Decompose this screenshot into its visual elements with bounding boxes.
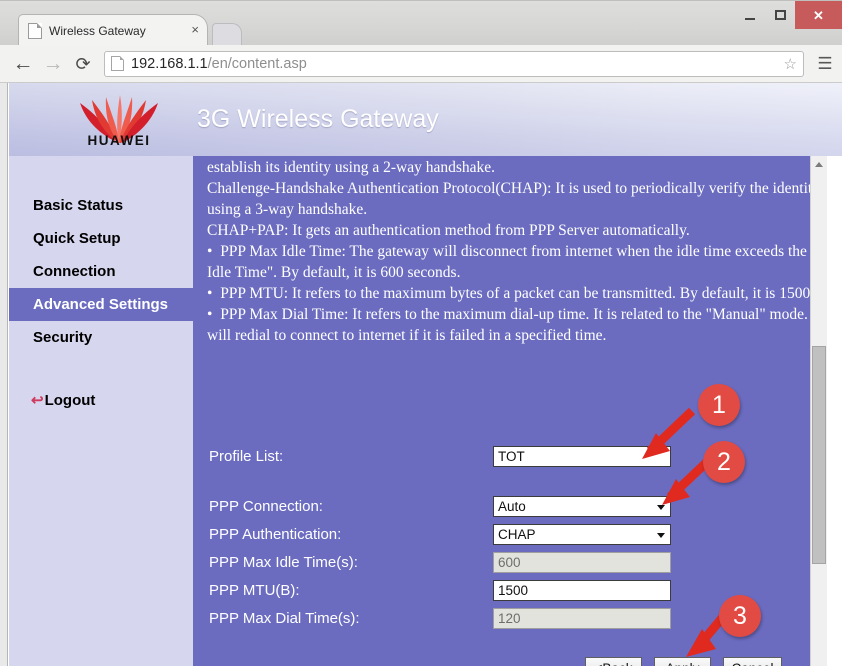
form-button-row: <Back Apply Cancel <box>193 657 810 666</box>
close-icon[interactable]: × <box>191 23 207 38</box>
vertical-scrollbar-thumb[interactable] <box>812 346 826 564</box>
sidebar-item-label: Advanced Settings <box>33 296 169 313</box>
help-line: establish its identity using a 2-way han… <box>207 159 495 176</box>
browser-tab-title: Wireless Gateway <box>49 23 146 38</box>
forward-icon[interactable]: → <box>38 53 68 74</box>
url-host: 192.168.1.1 <box>131 55 208 72</box>
sidebar: Basic Status Quick Setup Connection Adva… <box>9 156 193 666</box>
form-row-ppp-mtu: PPP MTU(B): 1500 <box>193 577 810 605</box>
field-label: PPP Authentication: <box>209 526 342 543</box>
sidebar-item-label: Basic Status <box>33 197 124 214</box>
back-icon[interactable]: ← <box>8 53 38 74</box>
annotation-marker-1: 1 <box>698 384 740 426</box>
new-tab-button[interactable] <box>212 23 242 46</box>
profile-list-input[interactable]: TOT <box>493 446 671 467</box>
annotation-marker-2: 2 <box>703 441 745 483</box>
page-viewport: HUAWEI 3G Wireless Gateway Basic Status … <box>0 83 842 666</box>
sidebar-item-label: Connection <box>33 263 116 280</box>
form-row-ppp-max-dial-time: PPP Max Dial Time(s): 120 <box>193 605 810 633</box>
logout-button[interactable]: ↩ Logout <box>9 392 193 409</box>
sidebar-item-quick-setup[interactable]: Quick Setup <box>9 222 193 255</box>
page-icon <box>111 56 124 71</box>
sidebar-item-connection[interactable]: Connection <box>9 255 193 288</box>
field-label: PPP Max Idle Time(s): <box>209 554 358 571</box>
content-vertical-scrollbar[interactable] <box>810 156 827 666</box>
field-label: Profile List: <box>209 448 284 465</box>
page-title: 3G Wireless Gateway <box>197 105 439 133</box>
browser-window: ✕ Wireless Gateway × ← → ⟳ 192.168.1.1 /… <box>0 0 842 666</box>
field-label: PPP MTU(B): <box>209 582 300 599</box>
scroll-up-button[interactable] <box>811 156 827 173</box>
address-bar[interactable]: 192.168.1.1 /en/content.asp ☆ <box>104 50 804 77</box>
field-label: PPP Connection: <box>209 498 323 515</box>
page-left-gutter <box>0 83 8 666</box>
field-label: PPP Max Dial Time(s): <box>209 610 360 627</box>
ppp-authentication-select[interactable]: CHAP <box>493 524 671 545</box>
help-line: PPP Max Dial Time: It refers to the maxi… <box>207 304 810 325</box>
page-icon <box>28 22 42 39</box>
window-close-button[interactable]: ✕ <box>795 1 842 29</box>
maximize-icon <box>774 10 786 20</box>
form-row-ppp-max-idle-time: PPP Max Idle Time(s): 600 <box>193 549 810 577</box>
chevron-down-icon <box>657 532 665 538</box>
sidebar-item-basic-status[interactable]: Basic Status <box>9 189 193 222</box>
window-controls: ✕ <box>735 1 842 29</box>
site-banner: HUAWEI 3G Wireless Gateway <box>9 83 842 156</box>
logout-arrow-icon: ↩ <box>31 392 44 409</box>
sidebar-item-label: Security <box>33 329 93 346</box>
url-path: /en/content.asp <box>207 55 307 72</box>
chevron-down-icon <box>657 504 665 510</box>
select-value: Auto <box>498 499 526 514</box>
logout-label: Logout <box>44 392 96 409</box>
form-row-ppp-connection: PPP Connection: Auto <box>193 493 810 521</box>
ppp-max-dial-time-input: 120 <box>493 608 671 629</box>
ppp-connection-select[interactable]: Auto <box>493 496 671 517</box>
help-line: PPP Max Idle Time: The gateway will disc… <box>207 241 810 262</box>
help-line: PPP MTU: It refers to the maximum bytes … <box>207 283 810 304</box>
minimize-icon <box>745 17 755 20</box>
annotation-marker-3: 3 <box>719 595 761 637</box>
back-button[interactable]: <Back <box>585 657 642 666</box>
reload-icon[interactable]: ⟳ <box>68 55 98 73</box>
help-line: Challenge-Handshake Authentication Proto… <box>207 180 810 197</box>
apply-button[interactable]: Apply <box>654 657 711 666</box>
window-maximize-button[interactable] <box>765 1 795 29</box>
window-minimize-button[interactable] <box>735 1 765 29</box>
huawei-wordmark: HUAWEI <box>87 133 151 148</box>
help-line: CHAP+PAP: It gets an authentication meth… <box>207 222 690 239</box>
help-text-block: establish its identity using a 2-way han… <box>207 157 810 346</box>
sidebar-item-advanced-settings[interactable]: Advanced Settings <box>9 288 193 321</box>
help-line: will redial to connect to internet if it… <box>207 327 607 344</box>
sidebar-item-security[interactable]: Security <box>9 321 193 354</box>
close-icon: ✕ <box>813 7 824 23</box>
ppp-max-idle-time-input: 600 <box>493 552 671 573</box>
browser-titlebar: ✕ Wireless Gateway × <box>0 0 842 46</box>
form-row-ppp-authentication: PPP Authentication: CHAP <box>193 521 810 549</box>
menu-icon[interactable]: ☰ <box>808 55 842 72</box>
bookmark-star-icon[interactable]: ☆ <box>776 55 797 73</box>
browser-toolbar: ← → ⟳ 192.168.1.1 /en/content.asp ☆ ☰ <box>0 45 842 83</box>
help-line: using a 3-way handshake. <box>207 201 368 218</box>
cancel-button[interactable]: Cancel <box>723 657 782 666</box>
sidebar-item-label: Quick Setup <box>33 230 121 247</box>
help-line: Idle Time". By default, it is 600 second… <box>207 264 461 281</box>
select-value: CHAP <box>498 527 536 542</box>
caret-up-icon <box>815 162 823 167</box>
browser-tab[interactable]: Wireless Gateway × <box>18 14 208 46</box>
ppp-mtu-input[interactable]: 1500 <box>493 580 671 601</box>
